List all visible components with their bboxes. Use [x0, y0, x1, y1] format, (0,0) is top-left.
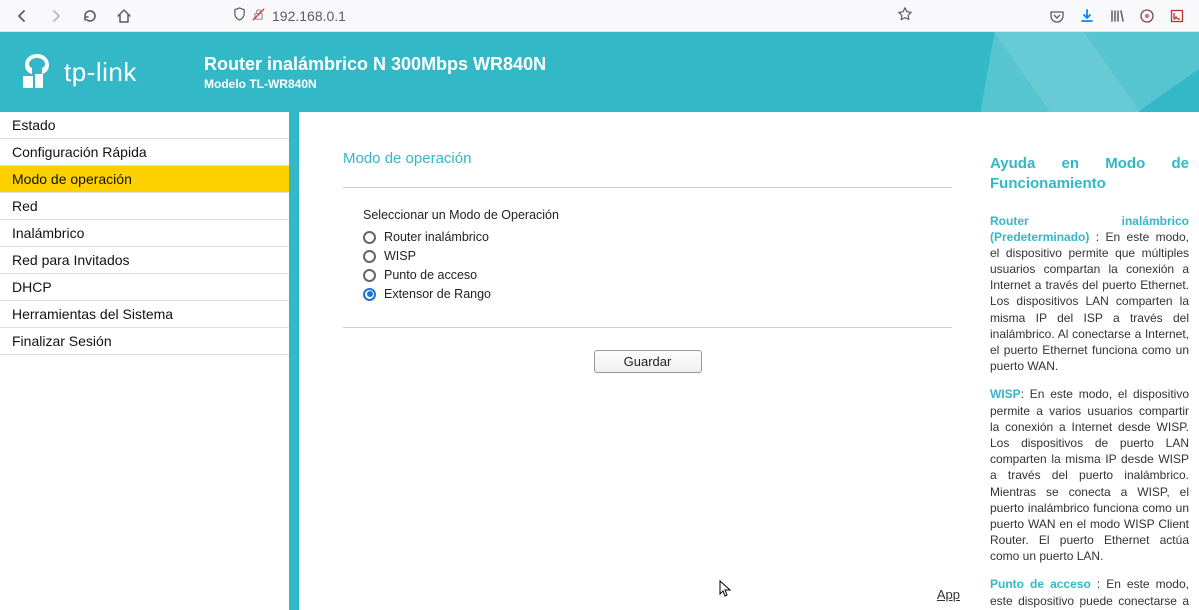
sidebar-item-red[interactable]: Red: [0, 193, 289, 220]
radio-wisp[interactable]: WISP: [363, 249, 952, 263]
sidebar-item-label: Estado: [12, 117, 56, 133]
browser-toolbar: 192.168.0.1: [0, 0, 1199, 32]
downloads-icon[interactable]: [1077, 6, 1097, 26]
radio-extensor-rango[interactable]: Extensor de Rango: [363, 287, 952, 301]
bookmark-star-icon[interactable]: [897, 6, 913, 25]
tplink-logo-icon: [20, 52, 54, 92]
help-term: Punto de acceso: [990, 577, 1091, 591]
library-icon[interactable]: [1107, 6, 1127, 26]
extension-icon-1[interactable]: [1137, 6, 1157, 26]
radio-icon: [363, 231, 376, 244]
radio-router-inalambrico[interactable]: Router inalámbrico: [363, 230, 952, 244]
app-link[interactable]: App: [937, 587, 960, 602]
sidebar-item-label: Configuración Rápida: [12, 144, 147, 160]
sidebar-item-label: Red para Invitados: [12, 252, 130, 268]
home-button[interactable]: [110, 2, 138, 30]
select-label: Seleccionar un Modo de Operación: [363, 208, 952, 222]
radio-punto-acceso[interactable]: Punto de acceso: [363, 268, 952, 282]
mouse-cursor-icon: [719, 580, 735, 600]
browser-right-icons: [1047, 6, 1191, 26]
sidebar-item-label: Red: [12, 198, 38, 214]
help-term: WISP: [990, 387, 1021, 401]
section-title: Modo de operación: [343, 150, 952, 167]
section-divider: [343, 187, 952, 188]
sidebar-item-dhcp[interactable]: DHCP: [0, 274, 289, 301]
help-paragraph-router: Router inalámbrico (Predeterminado) : En…: [990, 213, 1189, 375]
help-panel: Ayuda en Modo de Funcionamiento Router i…: [984, 112, 1199, 610]
insecure-lock-icon: [251, 7, 266, 25]
radio-icon: [363, 288, 376, 301]
help-text: : En este modo, el dispositivo permite q…: [990, 230, 1189, 374]
brand-name: tp-link: [64, 57, 137, 88]
shield-icon: [232, 7, 247, 25]
sidebar-item-finalizar[interactable]: Finalizar Sesión: [0, 328, 289, 355]
sidebar-gap: [289, 112, 299, 610]
sidebar-item-herramientas[interactable]: Herramientas del Sistema: [0, 301, 289, 328]
radio-icon: [363, 269, 376, 282]
help-text: : En este modo, el dispositivo permite a…: [990, 387, 1189, 563]
help-title: Ayuda en Modo de Funcionamiento: [990, 154, 1189, 195]
sidebar-item-label: DHCP: [12, 279, 52, 295]
router-model: Modelo TL-WR840N: [204, 77, 546, 91]
back-button[interactable]: [8, 2, 36, 30]
sidebar-item-label: Herramientas del Sistema: [12, 306, 173, 322]
radio-icon: [363, 250, 376, 263]
sidebar-item-label: Finalizar Sesión: [12, 333, 112, 349]
forward-button[interactable]: [42, 2, 70, 30]
save-divider: [343, 327, 952, 328]
reload-button[interactable]: [76, 2, 104, 30]
extension-icon-2[interactable]: [1167, 6, 1187, 26]
brand-logo: tp-link: [20, 52, 204, 92]
pocket-icon[interactable]: [1047, 6, 1067, 26]
mode-form: Seleccionar un Modo de Operación Router …: [343, 208, 952, 301]
content-area: Estado Configuración Rápida Modo de oper…: [0, 112, 1199, 610]
header-titles: Router inalámbrico N 300Mbps WR840N Mode…: [204, 54, 546, 91]
sidebar-item-config-rapida[interactable]: Configuración Rápida: [0, 139, 289, 166]
sidebar-item-label: Inalámbrico: [12, 225, 84, 241]
url-text[interactable]: 192.168.0.1: [272, 8, 891, 24]
sidebar-item-modo-operacion[interactable]: Modo de operación: [0, 166, 289, 193]
help-paragraph-ap: Punto de acceso : En este modo, este dis…: [990, 576, 1189, 610]
app-header: tp-link Router inalámbrico N 300Mbps WR8…: [0, 32, 1199, 112]
radio-label: Punto de acceso: [384, 268, 477, 282]
sidebar-item-red-invitados[interactable]: Red para Invitados: [0, 247, 289, 274]
sidebar-item-inalambrico[interactable]: Inalámbrico: [0, 220, 289, 247]
radio-label: Router inalámbrico: [384, 230, 489, 244]
save-button[interactable]: Guardar: [594, 350, 702, 373]
help-paragraph-wisp: WISP: En este modo, el dispositivo permi…: [990, 386, 1189, 564]
router-title: Router inalámbrico N 300Mbps WR840N: [204, 54, 546, 75]
url-bar[interactable]: 192.168.0.1: [224, 2, 921, 30]
radio-label: Extensor de Rango: [384, 287, 491, 301]
sidebar: Estado Configuración Rápida Modo de oper…: [0, 112, 289, 610]
radio-label: WISP: [384, 249, 416, 263]
sidebar-item-label: Modo de operación: [12, 171, 132, 187]
main-panel: Modo de operación Seleccionar un Modo de…: [299, 112, 984, 610]
sidebar-item-estado[interactable]: Estado: [0, 112, 289, 139]
